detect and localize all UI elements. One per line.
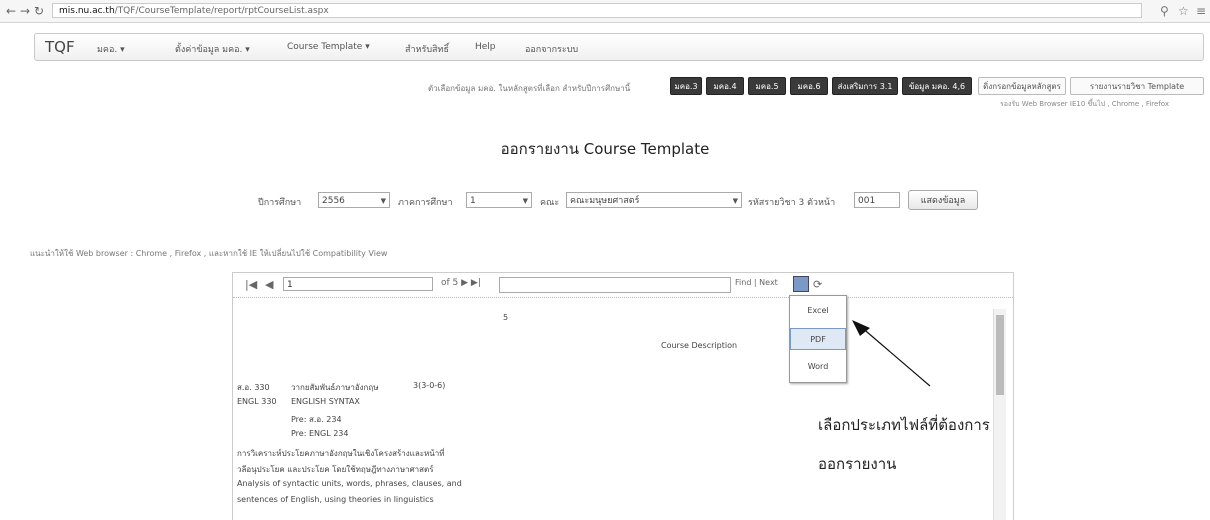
page-number-input[interactable]: 1 xyxy=(283,277,433,291)
reload-icon[interactable]: ↻ xyxy=(34,4,44,18)
course-description-line: sentences of English, using theories in … xyxy=(237,495,434,504)
chevron-down-icon: ▼ xyxy=(380,197,386,205)
zoom-icon[interactable]: ⚲ xyxy=(1160,4,1169,18)
url-host: mis.nu.ac.th xyxy=(59,6,115,16)
course-code: ENGL 330 xyxy=(237,397,277,406)
address-bar[interactable]: mis.nu.ac.th/TQF/CourseTemplate/report/r… xyxy=(52,3,1142,18)
annotation-line-2: ออกรายงาน xyxy=(818,455,897,473)
prerequisite: Pre: ส.อ. 234 xyxy=(291,415,342,424)
faculty-label: คณะ xyxy=(540,198,560,208)
year-value: 2556 xyxy=(322,196,345,206)
menu-item-settings[interactable]: ตั้งค่าข้อมูล มคอ. ▾ xyxy=(175,42,250,56)
course-name: ENGLISH SYNTAX xyxy=(291,397,360,406)
annotation-line-1: เลือกประเภทไฟล์ที่ต้องการ xyxy=(818,416,990,434)
course-description-line: การวิเคราะห์ประโยคภาษาอังกฤษในเชิงโครงสร… xyxy=(237,449,445,458)
scrollbar-thumb[interactable] xyxy=(996,315,1004,395)
export-excel-option[interactable]: Excel xyxy=(790,300,846,322)
refresh-icon[interactable]: ⟳ xyxy=(813,278,822,291)
mko3-button[interactable]: มคอ.3 xyxy=(670,77,702,95)
annotation-arrow xyxy=(852,320,931,387)
faculty-value: คณะมนุษยศาสตร์ xyxy=(570,196,640,206)
mko6-button[interactable]: มคอ.6 xyxy=(790,77,828,95)
report-scrollbar[interactable] xyxy=(993,309,1006,520)
term-label: ภาคการศึกษา xyxy=(398,198,453,208)
promote-button[interactable]: ส่งเสริมการ 3.1 xyxy=(832,77,898,95)
report-section-title: Course Description xyxy=(661,341,738,350)
export-icon[interactable] xyxy=(793,276,809,292)
course-credit: 3(3-0-6) xyxy=(413,381,446,390)
menu-item-logout[interactable]: ออกจากระบบ xyxy=(525,42,578,56)
menu-item-help[interactable]: Help xyxy=(475,42,496,52)
star-icon[interactable]: ☆ xyxy=(1178,4,1189,18)
browser-hint: แนะนำให้ใช้ Web browser : Chrome , Firef… xyxy=(30,249,388,258)
first-page-icon[interactable]: |◀ xyxy=(245,278,257,291)
term-select[interactable]: 1 ▼ xyxy=(466,192,532,208)
course-name: วากยสัมพันธ์ภาษาอังกฤษ xyxy=(291,383,379,392)
prerequisite: Pre: ENGL 234 xyxy=(291,429,349,438)
course-code-input[interactable]: 001 xyxy=(854,192,900,208)
report-toolbar: |◀ ◀ 1 of 5 ▶ ▶| Find | Next ⟳ xyxy=(233,273,1013,298)
find-input[interactable] xyxy=(499,277,731,293)
faculty-select[interactable]: คณะมนุษยศาสตร์ ▼ xyxy=(566,192,742,208)
page-title: ออกรายงาน Course Template xyxy=(500,140,710,158)
course-description-line: วลีอนุประโยค และประโยค โดยใช้ทฤษฎีทางภาษ… xyxy=(237,465,434,474)
year-select[interactable]: 2556 ▼ xyxy=(318,192,390,208)
report-page-number: 5 xyxy=(503,313,509,322)
forward-icon[interactable]: → xyxy=(20,4,30,18)
url-path: /TQF/CourseTemplate/report/rptCourseList… xyxy=(114,6,329,16)
term-value: 1 xyxy=(470,196,476,206)
menu-item-course-template[interactable]: Course Template ▾ xyxy=(287,42,370,52)
mko4-button[interactable]: มคอ.4 xyxy=(706,77,744,95)
page-of-label: of 5 ▶ ▶| xyxy=(441,278,481,288)
fill-course-info-link[interactable]: ดิ่งกรอกข้อมูลหลักสูตร xyxy=(978,77,1066,95)
chevron-down-icon: ▼ xyxy=(522,197,528,205)
find-next-link[interactable]: Find | Next xyxy=(735,278,778,287)
status-note: ตัวเลือกข้อมูล มคอ. ในหลักสูตรที่เลือก ส… xyxy=(428,84,631,93)
export-word-option[interactable]: Word xyxy=(790,356,846,378)
export-format-dropdown: Excel PDF Word xyxy=(789,295,847,383)
brand-logo[interactable]: TQF xyxy=(45,38,75,56)
course-code-label: รหัสรายวิชา 3 ตัวหน้า xyxy=(748,198,836,208)
browser-support-note: รองรับ Web Browser IE10 ขึ้นไป , Chrome … xyxy=(1000,100,1170,108)
menu-item-permissions[interactable]: สำหรับสิทธิ์ xyxy=(405,42,449,56)
menu-icon[interactable]: ≡ xyxy=(1196,4,1206,18)
prev-page-icon[interactable]: ◀ xyxy=(265,278,273,291)
chevron-down-icon: ▼ xyxy=(732,197,738,205)
show-data-button[interactable]: แสดงข้อมูล xyxy=(908,190,978,210)
back-icon[interactable]: ← xyxy=(6,4,16,18)
browser-toolbar: ← → ↻ mis.nu.ac.th/TQF/CourseTemplate/re… xyxy=(0,0,1210,23)
course-code: ส.อ. 330 xyxy=(237,383,270,392)
mko5-button[interactable]: มคอ.5 xyxy=(748,77,786,95)
mko46-button[interactable]: ข้อมูล มคอ. 4,6 xyxy=(902,77,972,95)
year-label: ปีการศึกษา xyxy=(258,198,302,208)
course-description-line: Analysis of syntactic units, words, phra… xyxy=(237,479,462,488)
report-viewer: |◀ ◀ 1 of 5 ▶ ▶| Find | Next ⟳ Excel PDF… xyxy=(232,272,1014,520)
app-menu-bar: TQF มคอ. ▾ ตั้งค่าข้อมูล มคอ. ▾ Course T… xyxy=(34,33,1204,61)
course-template-report-link[interactable]: รายงานรายวิชา Template xyxy=(1070,77,1204,95)
export-pdf-option[interactable]: PDF xyxy=(790,328,846,350)
menu-item-mko[interactable]: มคอ. ▾ xyxy=(97,42,125,56)
